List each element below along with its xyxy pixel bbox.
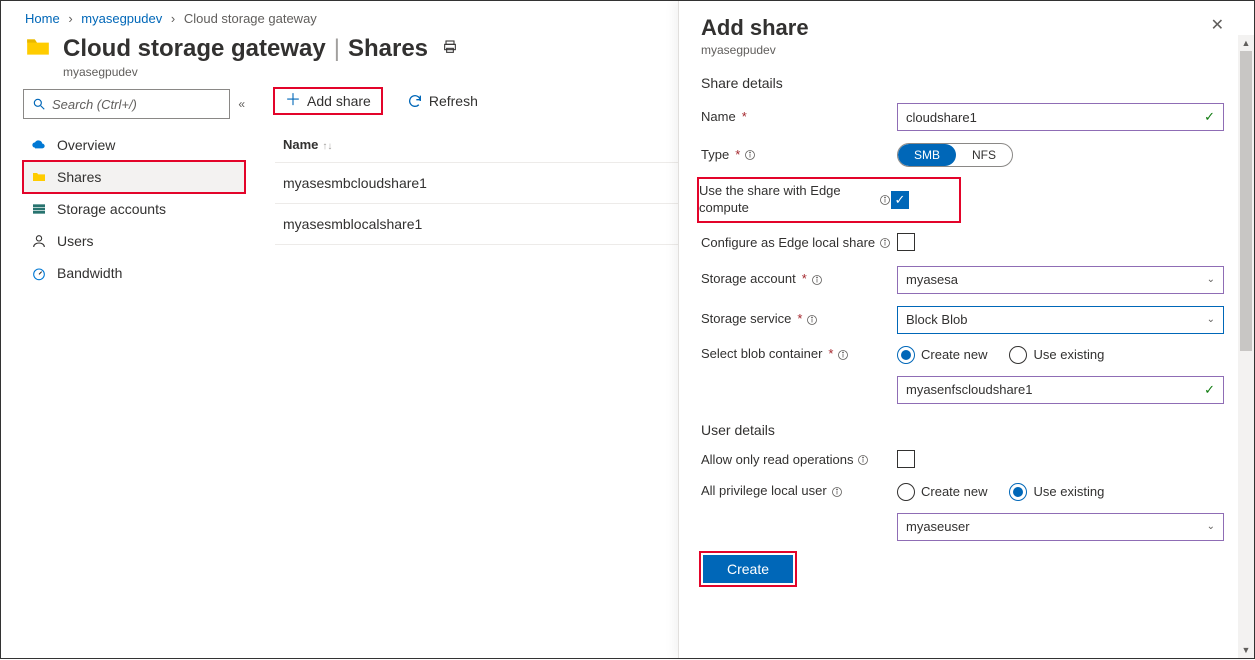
add-share-label: Add share <box>307 93 371 109</box>
all-priv-label: All privilege local user <box>701 483 897 500</box>
refresh-icon <box>407 93 423 109</box>
chevron-down-icon: ⌄ <box>1207 314 1215 325</box>
select-container-label: Select blob container* <box>701 346 897 363</box>
allow-read-checkbox[interactable] <box>897 450 915 468</box>
page-title-section: Shares <box>348 35 428 63</box>
nav-bandwidth-label: Bandwidth <box>57 265 122 281</box>
info-icon[interactable] <box>831 486 843 498</box>
valid-check-icon: ✓ <box>1204 109 1215 125</box>
valid-check-icon: ✓ <box>1204 382 1215 398</box>
chevron-down-icon: ⌄ <box>1207 274 1215 285</box>
type-toggle[interactable]: SMB NFS <box>897 143 1013 167</box>
breadcrumb-sep: › <box>63 11 77 26</box>
breadcrumb-sep: › <box>166 11 180 26</box>
search-placeholder: Search (Ctrl+/) <box>52 97 137 112</box>
folder-icon <box>31 169 47 185</box>
chevron-down-icon: ⌄ <box>1207 521 1215 532</box>
info-icon[interactable] <box>857 454 869 466</box>
type-nfs[interactable]: NFS <box>956 144 1012 166</box>
info-icon[interactable] <box>806 314 818 326</box>
storage-service-value: Block Blob <box>906 312 967 327</box>
page-title: Cloud storage gateway | Shares <box>63 35 428 63</box>
create-button[interactable]: Create <box>703 555 793 583</box>
plus-icon: ＋ <box>285 93 301 109</box>
breadcrumb-device[interactable]: myasegpudev <box>81 11 162 26</box>
allow-read-label: Allow only read operations <box>701 452 897 469</box>
scroll-down-arrow[interactable]: ▼ <box>1238 642 1254 658</box>
add-share-button[interactable]: ＋ Add share <box>275 89 381 113</box>
breadcrumb-home[interactable]: Home <box>25 11 60 26</box>
edge-local-label: Configure as Edge local share <box>701 235 897 252</box>
refresh-label: Refresh <box>429 93 478 109</box>
user-use-existing[interactable]: Use existing <box>1009 483 1104 501</box>
nav-bandwidth[interactable]: Bandwidth <box>23 257 245 289</box>
breadcrumb-current: Cloud storage gateway <box>184 11 317 26</box>
info-icon[interactable] <box>879 194 891 206</box>
type-label: Type* <box>701 147 897 164</box>
collapse-sidebar-icon[interactable]: « <box>238 97 245 111</box>
name-input[interactable]: cloudshare1 ✓ <box>897 103 1224 131</box>
container-use-existing[interactable]: Use existing <box>1009 346 1104 364</box>
user-icon <box>31 233 47 249</box>
edge-local-checkbox[interactable] <box>897 233 915 251</box>
add-share-panel: Add share ✕ myasegpudev Share details Na… <box>678 1 1254 658</box>
folder-icon <box>25 34 63 63</box>
user-details-heading: User details <box>701 422 1224 438</box>
user-select[interactable]: myaseuser ⌄ <box>897 513 1224 541</box>
storage-service-label: Storage service* <box>701 311 897 328</box>
user-create-new[interactable]: Create new <box>897 483 987 501</box>
type-smb[interactable]: SMB <box>898 144 956 166</box>
container-create-new[interactable]: Create new <box>897 346 987 364</box>
nav-users-label: Users <box>57 233 94 249</box>
scroll-up-arrow[interactable]: ▲ <box>1238 35 1254 51</box>
nav-users[interactable]: Users <box>23 225 245 257</box>
radio-icon <box>897 483 915 501</box>
edge-compute-checkbox[interactable]: ✓ <box>891 191 909 209</box>
edge-compute-label: Use the share with Edge compute <box>699 183 891 217</box>
storage-icon <box>31 201 47 217</box>
nav-shares-label: Shares <box>57 169 101 185</box>
container-name-input[interactable]: myasenfscloudshare1 ✓ <box>897 376 1224 404</box>
nav-shares[interactable]: Shares <box>23 161 245 193</box>
page-title-main: Cloud storage gateway <box>63 35 326 63</box>
radio-icon <box>897 346 915 364</box>
share-details-heading: Share details <box>701 75 1224 91</box>
scrollbar-thumb[interactable] <box>1240 51 1252 351</box>
nav-storage-accounts-label: Storage accounts <box>57 201 166 217</box>
storage-account-label: Storage account* <box>701 271 897 288</box>
container-value: myasenfscloudshare1 <box>906 382 1032 397</box>
panel-subtitle: myasegpudev <box>701 43 1224 57</box>
nav-storage-accounts[interactable]: Storage accounts <box>23 193 245 225</box>
search-icon <box>32 97 46 111</box>
storage-account-select[interactable]: myasesa ⌄ <box>897 266 1224 294</box>
name-value: cloudshare1 <box>906 110 977 125</box>
sidebar: Search (Ctrl+/) « Overview Shares Storag… <box>1 89 255 660</box>
bandwidth-icon <box>31 265 47 281</box>
name-label: Name* <box>701 109 897 126</box>
storage-service-select[interactable]: Block Blob ⌄ <box>897 306 1224 334</box>
info-icon[interactable] <box>811 274 823 286</box>
close-icon[interactable]: ✕ <box>1211 15 1224 35</box>
radio-icon <box>1009 483 1027 501</box>
print-icon[interactable] <box>442 39 458 58</box>
refresh-button[interactable]: Refresh <box>397 89 488 113</box>
info-icon[interactable] <box>879 237 891 249</box>
sort-icon: ↑↓ <box>322 141 332 152</box>
radio-icon <box>1009 346 1027 364</box>
cloud-icon <box>31 137 47 153</box>
search-input[interactable]: Search (Ctrl+/) <box>23 89 230 119</box>
info-icon[interactable] <box>744 149 756 161</box>
info-icon[interactable] <box>837 349 849 361</box>
nav-overview[interactable]: Overview <box>23 129 245 161</box>
storage-account-value: myasesa <box>906 272 958 287</box>
title-pipe: | <box>332 35 342 63</box>
user-value: myaseuser <box>906 519 970 534</box>
nav-overview-label: Overview <box>57 137 115 153</box>
panel-title: Add share <box>701 15 809 41</box>
